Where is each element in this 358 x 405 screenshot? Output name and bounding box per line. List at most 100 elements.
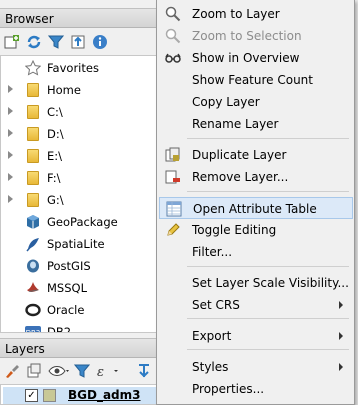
menu-item-label: Duplicate Layer: [192, 148, 287, 162]
browser-item-postgis[interactable]: PostGIS: [1, 256, 157, 276]
menu-item-label: Properties...: [192, 382, 265, 396]
menu-item-rename-layer[interactable]: Rename Layer: [159, 113, 353, 135]
info-icon[interactable]: [92, 34, 108, 50]
browser-tree[interactable]: Favorites Home C:\ D:\ E:\ F:\ G:\ GeoPackage Sp…: [0, 55, 158, 333]
expand-all-icon[interactable]: [136, 363, 152, 379]
star-icon: [24, 59, 42, 76]
browser-item-d[interactable]: D:\: [1, 124, 157, 144]
browser-item-oracle[interactable]: Oracle: [1, 300, 157, 320]
menu-item-zoom-to-layer[interactable]: Zoom to Layer: [159, 3, 353, 25]
menu-item-export[interactable]: Export: [159, 325, 353, 347]
browser-item-e[interactable]: E:\: [1, 146, 157, 166]
expand-arrow-icon[interactable]: [8, 107, 13, 115]
pencil-icon: [165, 222, 181, 238]
refresh-icon[interactable]: [26, 34, 42, 50]
browser-item-geopackage[interactable]: GeoPackage: [1, 212, 157, 232]
browser-item-label: SpatiaLite: [47, 237, 105, 251]
browser-item-db2[interactable]: DB2 DB2: [1, 322, 157, 333]
browser-item-spatialite[interactable]: SpatiaLite: [1, 234, 157, 254]
browser-item-favorites[interactable]: Favorites: [1, 58, 157, 78]
folder-icon: [27, 171, 39, 185]
menu-item-label: Zoom to Selection: [192, 29, 302, 43]
menu-separator: [187, 266, 349, 267]
menu-item-label: Set CRS: [192, 298, 240, 312]
postgis-icon: [25, 258, 41, 274]
spatialite-icon: [25, 236, 41, 252]
menu-item-copy-layer[interactable]: Copy Layer: [159, 91, 353, 113]
browser-item-f[interactable]: F:\: [1, 168, 157, 188]
table-icon: [166, 201, 182, 217]
submenu-arrow-icon: [339, 332, 343, 340]
expand-arrow-icon[interactable]: [8, 85, 13, 93]
browser-item-label: Oracle: [47, 303, 85, 317]
folder-icon: [27, 193, 39, 207]
menu-item-label: Export: [192, 329, 232, 343]
remove-icon: [165, 169, 181, 185]
menu-item-toggle-editing[interactable]: Toggle Editing: [159, 219, 353, 241]
geopackage-icon: [25, 214, 41, 230]
oracle-icon: [25, 302, 41, 318]
expand-arrow-icon[interactable]: [8, 195, 13, 203]
menu-item-remove-layer[interactable]: Remove Layer...: [159, 166, 353, 188]
browser-item-label: D:\: [47, 127, 64, 141]
eye-icon[interactable]: [48, 363, 70, 379]
menu-item-label: Open Attribute Table: [193, 202, 317, 216]
collapse-all-icon[interactable]: [70, 34, 86, 50]
add-layer-icon[interactable]: [4, 34, 20, 50]
browser-item-label: C:\: [47, 105, 63, 119]
menu-separator: [187, 191, 349, 192]
filter-icon[interactable]: [48, 34, 64, 50]
layer-filter-icon[interactable]: [74, 363, 90, 379]
browser-item-label: G:\: [47, 193, 64, 207]
menu-item-properties[interactable]: Properties...: [159, 378, 353, 400]
layers-panel-title: Layers: [0, 338, 160, 358]
browser-item-g[interactable]: G:\: [1, 190, 157, 210]
menu-separator: [187, 349, 349, 350]
menu-item-show-feature-count[interactable]: Show Feature Count: [159, 69, 353, 91]
add-group-icon[interactable]: [26, 363, 42, 379]
browser-item-label: MSSQL: [47, 281, 87, 295]
menu-item-label: Filter...: [192, 245, 233, 259]
zoom-icon: [165, 6, 181, 22]
menu-separator: [187, 138, 349, 139]
expand-arrow-icon[interactable]: [8, 151, 13, 159]
submenu-arrow-icon: [339, 301, 343, 309]
browser-item-mssql[interactable]: MSSQL: [1, 278, 157, 298]
menu-item-label: Styles: [192, 360, 229, 374]
browser-item-label: DB2: [47, 325, 72, 333]
expand-arrow-icon[interactable]: [8, 173, 13, 181]
browser-item-c[interactable]: C:\: [1, 102, 157, 122]
folder-icon: [27, 105, 39, 119]
menu-item-duplicate-layer[interactable]: Duplicate Layer: [159, 144, 353, 166]
mssql-icon: [25, 280, 41, 296]
browser-item-label: E:\: [47, 149, 63, 163]
style-brush-icon[interactable]: [4, 363, 20, 379]
browser-toolbar: [0, 30, 160, 54]
browser-item-label: Favorites: [47, 61, 99, 75]
layer-visibility-checkbox[interactable]: ✓: [25, 389, 38, 402]
expand-arrow-icon[interactable]: [8, 129, 13, 137]
menu-item-label: Remove Layer...: [192, 170, 289, 184]
layer-context-menu: Zoom to Layer Zoom to Selection Show in Ov…: [156, 0, 355, 405]
menu-item-show-in-overview[interactable]: Show in Overview: [159, 47, 353, 69]
duplicate-icon: [165, 147, 181, 163]
menu-item-label: Show Feature Count: [192, 73, 313, 87]
menu-item-filter[interactable]: Filter...: [159, 241, 353, 263]
browser-item-label: GeoPackage: [47, 215, 118, 229]
menu-item-zoom-to-selection[interactable]: Zoom to Selection: [159, 25, 353, 47]
submenu-arrow-icon: [339, 363, 343, 371]
folder-icon: [27, 127, 39, 141]
browser-item-home[interactable]: Home: [1, 80, 157, 100]
browser-item-label: F:\: [47, 171, 61, 185]
menu-item-set-crs[interactable]: Set CRS: [159, 294, 353, 316]
menu-separator: [187, 318, 349, 319]
menu-item-set-layer-scale-visibility[interactable]: Set Layer Scale Visibility...: [159, 272, 353, 294]
overview-icon: [165, 50, 181, 66]
layer-row-bgd-adm3[interactable]: ✓ BGD_adm3: [3, 387, 158, 404]
expression-filter-icon[interactable]: ε: [96, 363, 120, 379]
menu-item-styles[interactable]: Styles: [159, 356, 353, 378]
db2-icon: DB2: [25, 324, 41, 332]
menu-item-open-attribute-table[interactable]: Open Attribute Table: [159, 197, 353, 219]
layers-list[interactable]: ✓ BGD_adm3: [0, 384, 158, 405]
menu-item-label: Zoom to Layer: [192, 7, 280, 21]
